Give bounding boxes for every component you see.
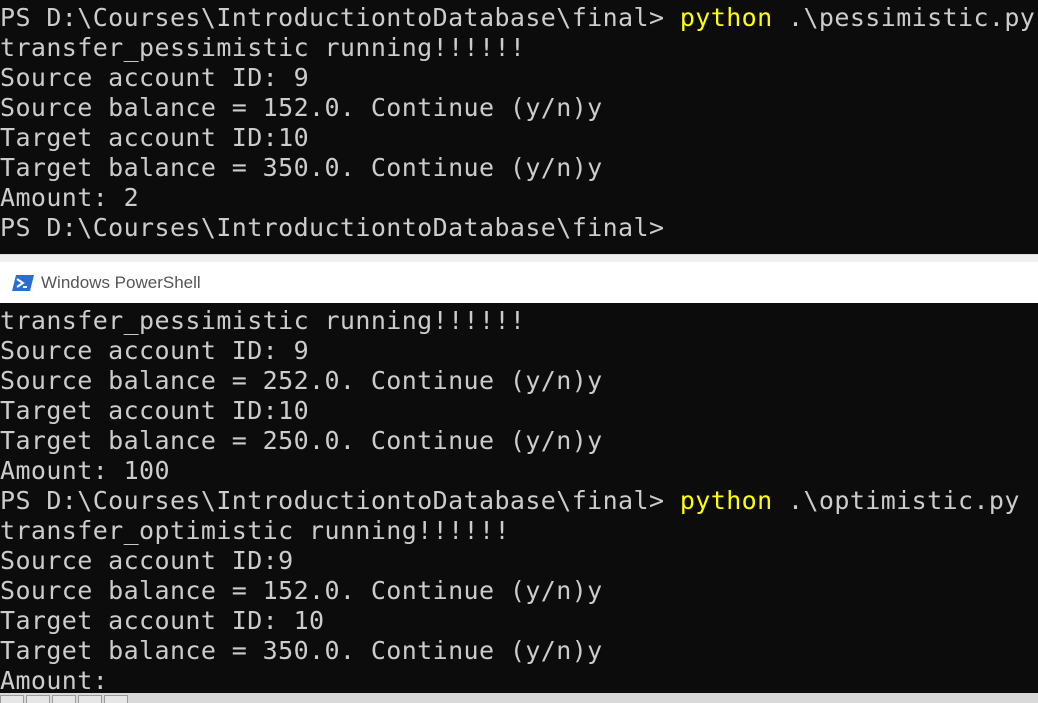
terminal-input-line[interactable]: Amount: [0, 666, 1038, 693]
taskbar-button[interactable] [104, 695, 128, 703]
terminal-line: Amount: 2 [0, 183, 140, 212]
terminal-line: Source balance = 152.0. Continue (y/n)y [0, 93, 603, 122]
prompt-text: PS D:\Courses\IntroductiontoDatabase\fin… [0, 486, 680, 515]
terminal-line: transfer_pessimistic running!!!!!! [0, 306, 526, 335]
prompt-text: PS D:\Courses\IntroductiontoDatabase\fin… [0, 3, 680, 32]
terminal-line: transfer_optimistic running!!!!!! [0, 516, 510, 545]
terminal-line: Target balance = 250.0. Continue (y/n)y [0, 426, 603, 455]
terminal-line: PS D:\Courses\IntroductiontoDatabase\fin… [0, 3, 1038, 33]
terminal-line: Target balance = 350.0. Continue (y/n)y [0, 153, 603, 182]
window-title: Windows PowerShell [41, 272, 201, 292]
command-args: .\pessimistic.py [772, 3, 1036, 32]
terminal-line: Source balance = 252.0. Continue (y/n)y [0, 366, 603, 395]
terminal-output-top[interactable]: PS D:\Courses\IntroductiontoDatabase\fin… [0, 0, 1038, 254]
terminal-line: Source account ID:9 [0, 546, 294, 575]
taskbar-button[interactable] [78, 695, 102, 703]
window-titlebar[interactable]: Windows PowerShell [0, 262, 1038, 303]
terminal-line: Target account ID:10 [0, 396, 310, 425]
terminal-output-bottom[interactable]: transfer_pessimistic running!!!!!! Sourc… [0, 303, 1038, 693]
taskbar-strip [0, 693, 1038, 703]
terminal-line: PS D:\Courses\IntroductiontoDatabase\fin… [0, 213, 665, 242]
terminal-line: Source balance = 152.0. Continue (y/n)y [0, 576, 603, 605]
command-text: python [679, 3, 773, 32]
taskbar-button[interactable] [52, 695, 76, 703]
terminal-line: Amount: 100 [0, 456, 170, 485]
terminal-line: Target account ID: 10 [0, 606, 325, 635]
terminal-line: Source account ID: 9 [0, 63, 310, 92]
taskbar-button[interactable] [0, 695, 24, 703]
taskbar-button[interactable] [26, 695, 50, 703]
terminal-line: Target balance = 350.0. Continue (y/n)y [0, 636, 603, 665]
terminal-line: transfer_pessimistic running!!!!!! [0, 33, 526, 62]
powershell-icon [12, 274, 34, 292]
command-args: .\optimistic.py [772, 486, 1020, 515]
command-text: python [679, 486, 773, 515]
terminal-line: Source account ID: 9 [0, 336, 310, 365]
terminal-line: Target account ID:10 [0, 123, 310, 152]
terminal-line: PS D:\Courses\IntroductiontoDatabase\fin… [0, 486, 1038, 516]
